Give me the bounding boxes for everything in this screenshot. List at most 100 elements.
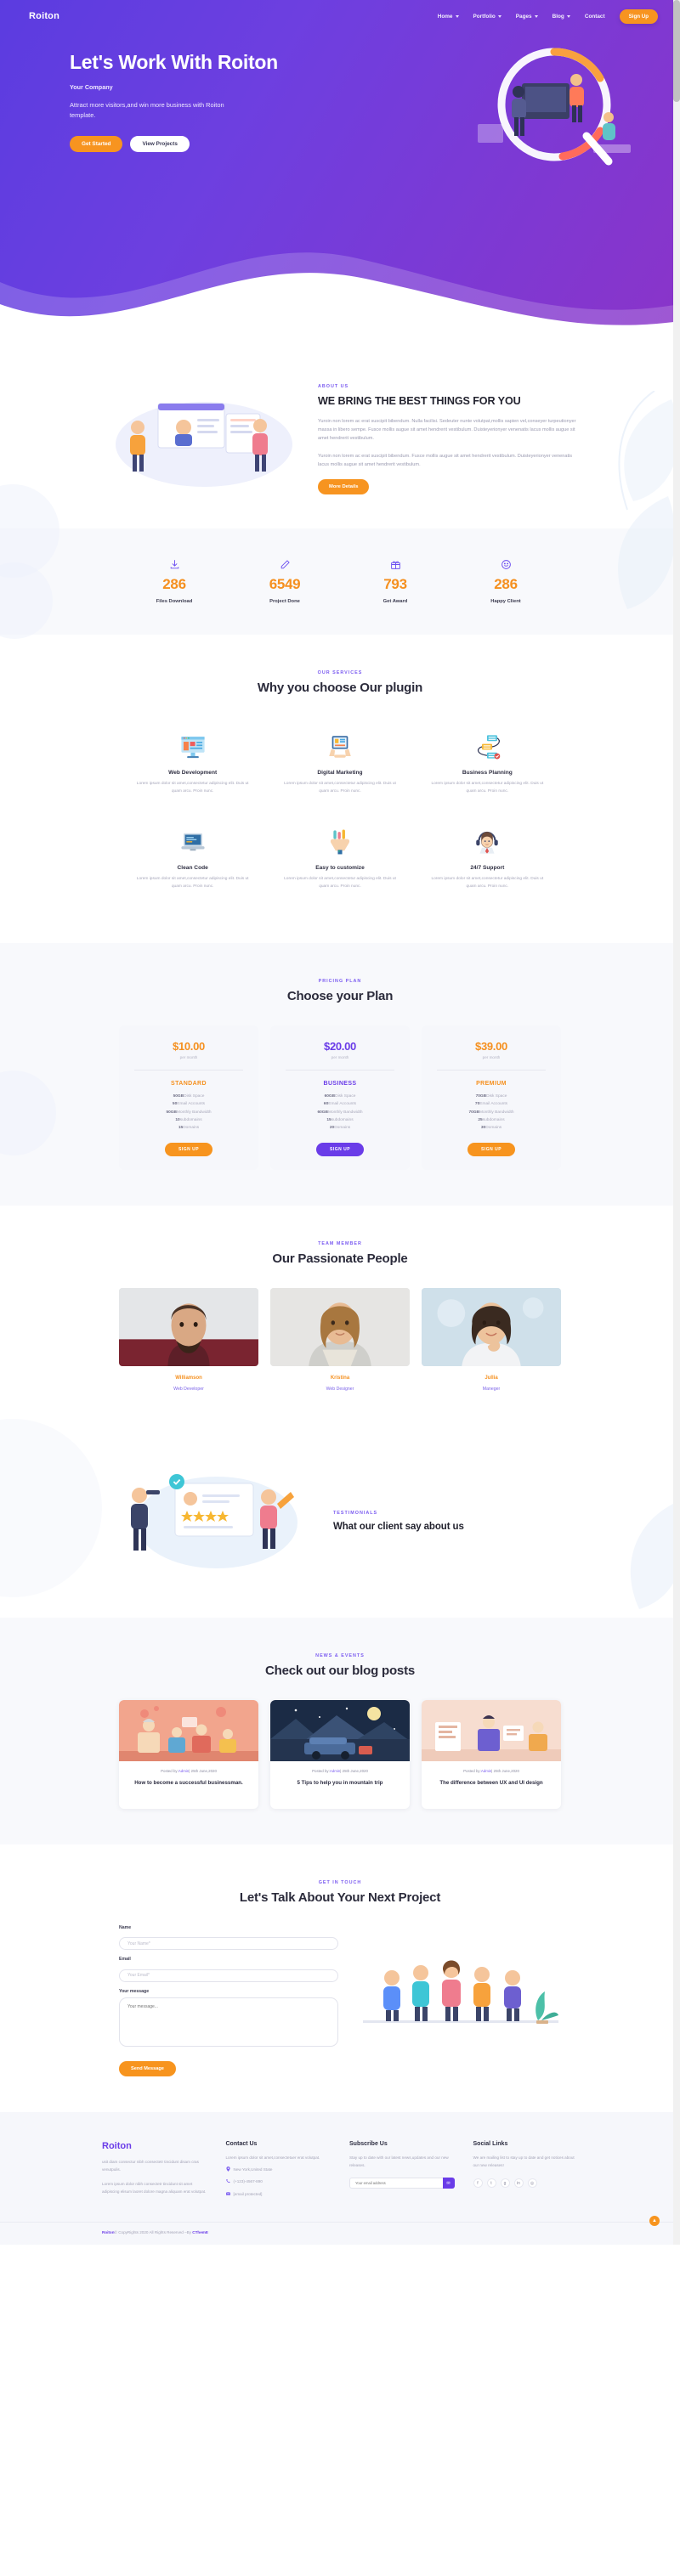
service-card-business-planning[interactable]: Business Planning Lorem ipsum dolor sit … bbox=[414, 717, 561, 812]
nav-item-blog[interactable]: Blog bbox=[552, 14, 570, 20]
subscribe-form: ✉ bbox=[349, 2178, 455, 2189]
feature-text: Domains bbox=[183, 1126, 200, 1131]
nav-label: Pages bbox=[515, 13, 532, 20]
plan-signup-button[interactable]: SIGN UP bbox=[164, 1142, 213, 1156]
more-details-button[interactable]: More Details bbox=[318, 479, 370, 495]
plan-period: per month bbox=[331, 1054, 349, 1059]
service-card-digital-marketing[interactable]: Digital Marketing Lorem ipsum dolor sit … bbox=[266, 717, 413, 812]
service-card-web-development[interactable]: Web Development Lorem ipsum dolor sit am… bbox=[119, 717, 266, 812]
plan-feature: 15Domains bbox=[128, 1124, 250, 1132]
footer-contact-email[interactable]: [email protected] bbox=[225, 2191, 332, 2200]
plan-feature: 25subdomains bbox=[430, 1116, 552, 1124]
team-card-williamson[interactable]: Williamson Web Developer bbox=[119, 1287, 258, 1392]
blog-author[interactable]: Admin bbox=[330, 1769, 340, 1773]
email-input[interactable] bbox=[119, 1969, 338, 1982]
blog-post-title[interactable]: 5 Tips to help you in mountain trip bbox=[279, 1779, 401, 1787]
blog-post-title[interactable]: The difference between UX and UI design bbox=[430, 1779, 552, 1787]
pricing-card-premium: $39.00 per month PREMIUM 70GBDisk Space … bbox=[422, 1025, 561, 1170]
service-desc: Lorem ipsum dolor sit amet,consectetur a… bbox=[136, 877, 249, 889]
get-started-button[interactable]: Get Started bbox=[70, 135, 123, 152]
landing-page: Roiton Home Portfolio Pages Blog Contact… bbox=[0, 0, 680, 2245]
blog-author[interactable]: Admin bbox=[481, 1769, 491, 1773]
footer-subscribe-title: Subscribe Us bbox=[349, 2140, 388, 2147]
stat-label: Project Done bbox=[269, 599, 300, 605]
message-textarea[interactable] bbox=[119, 1997, 338, 2047]
services-grid: Web Development Lorem ipsum dolor sit am… bbox=[119, 717, 561, 907]
blog-post-title[interactable]: How to become a successful businessman. bbox=[128, 1779, 250, 1787]
service-name: Clean Code bbox=[177, 865, 208, 872]
about-illustration bbox=[116, 402, 292, 488]
plan-signup-button[interactable]: SIGN UP bbox=[315, 1142, 365, 1156]
footer-col-brand: Roiton usit diam consectur nibh consecte… bbox=[102, 2141, 207, 2200]
mail-icon bbox=[225, 2191, 230, 2200]
footer-contact-phone[interactable]: (+123)-4567-890 bbox=[225, 2178, 332, 2187]
plan-signup-button[interactable]: SIGN UP bbox=[467, 1142, 516, 1156]
feature-value: 60GB bbox=[324, 1093, 336, 1099]
subscribe-email-input[interactable] bbox=[349, 2178, 443, 2189]
feature-value: 50GB bbox=[166, 1110, 177, 1115]
contact-title: Let's Talk About Your Next Project bbox=[239, 1890, 441, 1905]
testimonials-text: TESTIMONIALS What our client say about u… bbox=[333, 1511, 464, 1532]
team-member-name: Kristina bbox=[330, 1375, 350, 1381]
blog-author[interactable]: Admin bbox=[178, 1769, 189, 1773]
footer-brand[interactable]: Roiton bbox=[102, 2141, 207, 2151]
google-plus-icon[interactable]: g bbox=[500, 2178, 510, 2189]
blog-meta-prefix: Posted by: bbox=[463, 1768, 481, 1773]
team-card-jullia[interactable]: Jullia Maneger bbox=[422, 1287, 561, 1392]
brand-logo[interactable]: Roiton bbox=[29, 11, 60, 21]
social-links: f t g in ◎ bbox=[473, 2178, 579, 2189]
signup-button[interactable]: Sign Up bbox=[619, 8, 658, 24]
phone-icon bbox=[225, 2178, 230, 2187]
about-title: WE BRING THE BEST THINGS FOR YOU bbox=[318, 395, 521, 407]
nav-item-portfolio[interactable]: Portfolio bbox=[473, 14, 502, 20]
subscribe-submit-button[interactable]: ✉ bbox=[442, 2178, 455, 2189]
copyright-author-link[interactable]: CThemE bbox=[192, 2230, 208, 2234]
plan-feature: 50GBMonthly Bandwidth bbox=[128, 1109, 250, 1116]
plan-feature: 60GBDisk Space bbox=[279, 1093, 401, 1100]
pin-icon bbox=[225, 2166, 230, 2175]
view-projects-button[interactable]: View Projects bbox=[130, 135, 190, 152]
feature-text: subdomains bbox=[331, 1117, 354, 1122]
hero-subtitle: Your Company bbox=[70, 83, 113, 92]
service-desc: Lorem ipsum dolor sit amet,consectetur a… bbox=[431, 877, 544, 889]
blog-meta: Posted by:Admin| 25th June,2020 bbox=[128, 1769, 250, 1773]
testimonials-content: TESTIMONIALS What our client say about u… bbox=[102, 1427, 578, 1618]
scroll-to-top-button[interactable]: ▲ bbox=[649, 2215, 660, 2226]
nav-item-contact[interactable]: Contact bbox=[585, 14, 605, 20]
blog-card-ux-ui[interactable]: Posted by:Admin| 25th June,2020 The diff… bbox=[422, 1699, 561, 1809]
pricing-wrap: PRICING PLAN Choose your Plan $10.00 per… bbox=[119, 979, 561, 1170]
scrollbar-thumb[interactable] bbox=[673, 0, 680, 102]
blog-card-mountain[interactable]: Posted by:Admin| 25th June,2020 5 Tips t… bbox=[270, 1699, 410, 1809]
pricing-eyebrow: PRICING PLAN bbox=[318, 978, 362, 984]
blog-section: NEWS & EVENTS Check out our blog posts P… bbox=[0, 1617, 680, 1844]
linkedin-icon[interactable]: in bbox=[513, 2178, 524, 2189]
blog-body: Posted by:Admin| 25th June,2020 5 Tips t… bbox=[270, 1761, 410, 1809]
nav-item-home[interactable]: Home bbox=[438, 14, 459, 20]
facebook-icon[interactable]: f bbox=[473, 2178, 483, 2189]
feature-text: subdomains bbox=[482, 1117, 505, 1122]
name-input[interactable] bbox=[119, 1937, 338, 1951]
footer-bottom-bar: Roiton© CopyRights 2020 All Rights Reser… bbox=[0, 2221, 680, 2245]
stats-row: 286 Files Download 6549 Project Done 793… bbox=[119, 528, 561, 635]
hero-section: Roiton Home Portfolio Pages Blog Contact… bbox=[0, 0, 680, 340]
service-card-support[interactable]: 24/7 Support Lorem ipsum dolor sit amet,… bbox=[414, 812, 561, 907]
service-card-easy-to-customize[interactable]: Easy to customize Lorem ipsum dolor sit … bbox=[266, 812, 413, 907]
plan-feature: 60GBMonthly Bandwidth bbox=[279, 1109, 401, 1116]
blog-card-businessman[interactable]: Posted by:Admin| 25th June,2020 How to b… bbox=[119, 1699, 258, 1809]
contact-text: (+123)-4567-890 bbox=[233, 2179, 263, 2184]
contact-eyebrow: GET IN TOUCH bbox=[318, 1879, 362, 1885]
send-message-button[interactable]: Send Message bbox=[119, 2060, 176, 2076]
instagram-icon[interactable]: ◎ bbox=[527, 2178, 537, 2189]
stat-value: 286 bbox=[494, 576, 518, 593]
service-card-clean-code[interactable]: Clean Code Lorem ipsum dolor sit amet,co… bbox=[119, 812, 266, 907]
nav-label: Portfolio bbox=[473, 13, 496, 20]
nav-item-pages[interactable]: Pages bbox=[516, 14, 538, 20]
plan-price: $20.00 bbox=[324, 1039, 356, 1053]
team-card-kristina[interactable]: Kristina Web Designer bbox=[270, 1287, 410, 1392]
page-scrollbar[interactable] bbox=[673, 0, 680, 2245]
plan-period: per month bbox=[482, 1054, 501, 1059]
blog-meta: Posted by:Admin| 25th June,2020 bbox=[430, 1769, 552, 1773]
main-navigation: Roiton Home Portfolio Pages Blog Contact… bbox=[0, 0, 680, 24]
about-paragraph-2: Yuroin non lorem ac erat suscipit bibend… bbox=[318, 453, 573, 467]
twitter-icon[interactable]: t bbox=[486, 2178, 496, 2189]
